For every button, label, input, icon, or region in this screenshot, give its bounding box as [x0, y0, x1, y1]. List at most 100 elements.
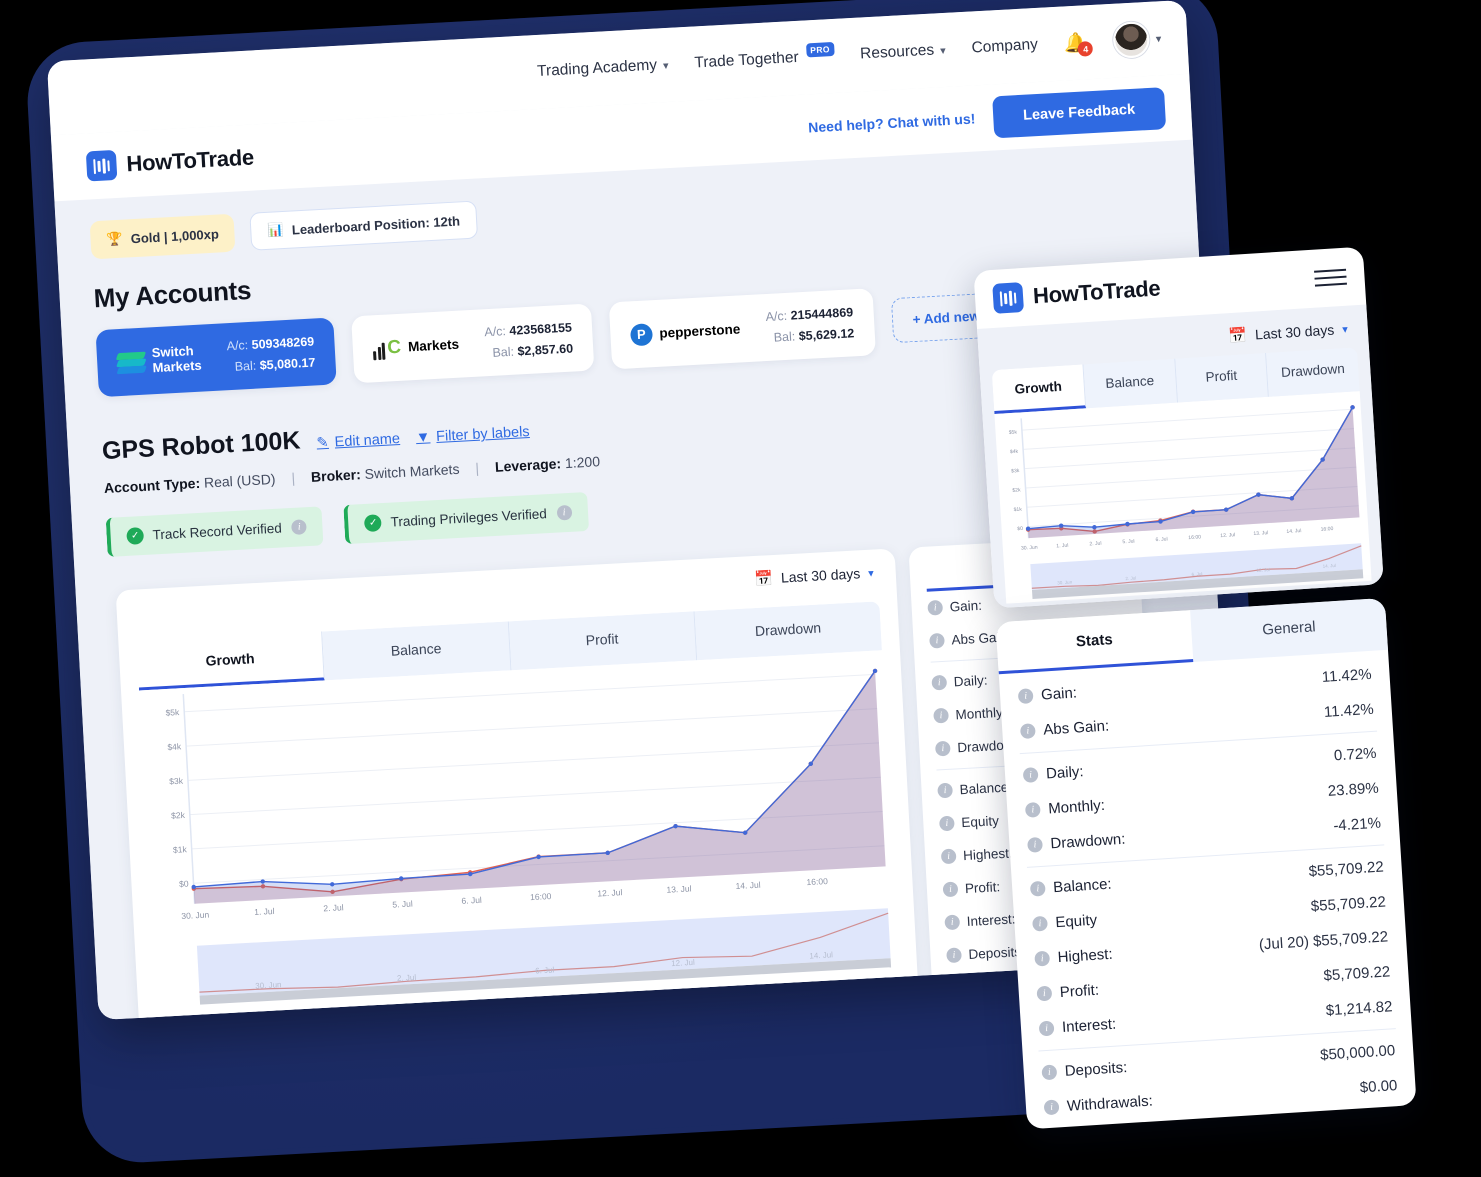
- svg-text:12. Jul: 12. Jul: [671, 958, 695, 968]
- info-icon[interactable]: i: [1034, 950, 1051, 967]
- svg-text:5. Jul: 5. Jul: [392, 899, 413, 910]
- mobile-chart-plot[interactable]: $0 $1k $2k $3k $4k $5k 30. Jun 1. Jul 2. Jul 5. J…: [994, 391, 1372, 604]
- info-icon[interactable]: i: [1017, 688, 1034, 705]
- info-icon[interactable]: i: [1041, 1064, 1058, 1081]
- chevron-down-icon: ▾: [1341, 323, 1349, 336]
- svg-text:$4k: $4k: [1010, 449, 1019, 455]
- info-icon[interactable]: i: [1038, 1020, 1055, 1037]
- stats-row-label: Daily:: [953, 672, 988, 690]
- ac-label: A/c:: [226, 338, 249, 354]
- svg-text:6. Jul: 6. Jul: [1155, 536, 1167, 543]
- broker-label: Broker:: [310, 466, 362, 486]
- growth-chart-plot[interactable]: $0 $1k $2k $3k $4k $5k 30. Jun 1. Jul 2. Jul 5. J…: [139, 650, 899, 1010]
- svg-text:16:00: 16:00: [530, 891, 552, 902]
- svg-text:13. Jul: 13. Jul: [666, 884, 692, 895]
- info-icon[interactable]: i: [1027, 836, 1043, 853]
- stats-row-label: Monthly:: [1047, 796, 1106, 818]
- info-icon[interactable]: i: [944, 914, 961, 931]
- hamburger-menu-button[interactable]: [1314, 268, 1347, 287]
- gold-xp-label: Gold | 1,000xp: [130, 225, 220, 246]
- screenshot-stage: Trading Academy ▾ Trade Together PRO Res…: [0, 0, 1481, 1177]
- info-icon[interactable]: i: [1019, 723, 1036, 740]
- filter-by-labels-link[interactable]: ▼ Filter by labels: [415, 424, 530, 446]
- nav-trade-together[interactable]: Trade Together PRO: [694, 41, 835, 73]
- ic-markets-logo: C Markets: [372, 333, 459, 360]
- nav-label: Trade Together: [694, 48, 800, 72]
- account-card-switch-markets[interactable]: Switch Markets A/c: 509348269 Bal: $5,08…: [95, 317, 337, 398]
- svg-text:30. Jun: 30. Jun: [181, 910, 210, 922]
- account-number: 509348269: [251, 334, 315, 352]
- brand-name: HowToTrade: [125, 144, 255, 177]
- info-icon[interactable]: i: [946, 947, 962, 964]
- info-icon[interactable]: i: [934, 740, 951, 757]
- info-icon[interactable]: i: [942, 881, 959, 898]
- svg-text:14. Jul: 14. Jul: [735, 880, 761, 891]
- svg-text:1. Jul: 1. Jul: [254, 906, 275, 917]
- stats-row-label: Balance:: [1052, 875, 1113, 897]
- user-menu[interactable]: ▾: [1112, 20, 1162, 59]
- bal-label: Bal:: [234, 358, 257, 374]
- broker-name: Markets: [407, 336, 460, 355]
- date-range-picker[interactable]: 📅 Last 30 days ▾: [754, 564, 874, 589]
- nav-trading-academy[interactable]: Trading Academy ▾: [537, 56, 669, 81]
- info-icon[interactable]: i: [933, 707, 949, 724]
- badge-trading-privileges-verified: ✓ Trading Privileges Verified i: [343, 492, 589, 545]
- info-icon[interactable]: i: [940, 848, 957, 865]
- info-icon[interactable]: i: [1024, 801, 1041, 818]
- stats-row-label: Deposits:: [1064, 1059, 1128, 1080]
- broker-name-line2: Markets: [152, 357, 203, 375]
- badge-label: Track Record Verified: [152, 520, 283, 543]
- edit-name-link[interactable]: ✎ Edit name: [316, 431, 400, 451]
- mobile-window: HowToTrade 📅 Last 30 days ▾ Growth Balan…: [973, 246, 1417, 1130]
- badge-track-record-verified: ✓ Track Record Verified i: [105, 506, 324, 558]
- info-icon[interactable]: i: [556, 505, 573, 521]
- chat-with-us-link[interactable]: Need help? Chat with us!: [808, 110, 976, 135]
- mobile-tab-growth[interactable]: Growth: [991, 364, 1086, 415]
- stats-row-label: Daily:: [1045, 763, 1085, 783]
- info-icon[interactable]: i: [927, 600, 944, 616]
- avatar: [1112, 20, 1151, 59]
- svg-text:2. Jul: 2. Jul: [1125, 576, 1136, 582]
- switch-markets-logo: Switch Markets: [115, 343, 203, 377]
- stats-row-value: -4.21%: [1332, 814, 1382, 835]
- svg-text:30. Jun: 30. Jun: [1057, 580, 1073, 586]
- bar-chart-icon: 📊: [267, 221, 285, 238]
- nav-resources[interactable]: Resources ▾: [860, 41, 946, 64]
- account-card-ic-markets[interactable]: C Markets A/c: 423568155 Bal: $2,857.60: [351, 303, 595, 384]
- svg-text:$1k: $1k: [1013, 507, 1022, 513]
- stats-row-label: Interest:: [966, 911, 1016, 930]
- calendar-icon: 📅: [1227, 327, 1248, 346]
- mobile-tab-balance[interactable]: Balance: [1083, 358, 1178, 409]
- notifications-button[interactable]: 🔔 4: [1063, 30, 1094, 57]
- info-icon[interactable]: i: [1032, 915, 1048, 932]
- chevron-down-icon: ▾: [662, 59, 669, 72]
- info-icon[interactable]: i: [939, 815, 955, 832]
- brand-bar-actions: Need help? Chat with us! Leave Feedback: [807, 87, 1167, 148]
- howtotrade-logo-icon: [992, 282, 1025, 314]
- bal-label: Bal:: [773, 329, 796, 345]
- svg-text:14. Jul: 14. Jul: [809, 951, 833, 961]
- stats-row-value: $55,709.22: [1310, 893, 1387, 916]
- svg-text:14. Jul: 14. Jul: [1322, 563, 1336, 569]
- info-icon[interactable]: i: [1029, 880, 1046, 897]
- info-icon[interactable]: i: [291, 519, 308, 536]
- leave-feedback-button[interactable]: Leave Feedback: [992, 87, 1167, 139]
- svg-text:30. Jun: 30. Jun: [255, 980, 282, 990]
- info-icon[interactable]: i: [1036, 985, 1053, 1002]
- gold-xp-chip[interactable]: 🏆 Gold | 1,000xp: [89, 213, 236, 260]
- account-balance: $5,629.12: [798, 325, 855, 343]
- stats-row-value: $1,214.82: [1325, 998, 1393, 1020]
- nav-company[interactable]: Company: [971, 36, 1038, 58]
- info-icon[interactable]: i: [1043, 1099, 1060, 1116]
- svg-text:$4k: $4k: [167, 742, 182, 753]
- broker-name: pepperstone: [658, 321, 741, 341]
- pro-badge: PRO: [805, 41, 835, 58]
- info-icon[interactable]: i: [1022, 767, 1039, 783]
- mobile-tab-profit[interactable]: Profit: [1174, 352, 1270, 403]
- mobile-tab-drawdown[interactable]: Drawdown: [1266, 347, 1360, 397]
- growth-chart-card: 📅 Last 30 days ▾ Growth Balance Profit D…: [115, 548, 920, 1021]
- info-icon[interactable]: i: [929, 633, 945, 649]
- info-icon[interactable]: i: [937, 782, 954, 799]
- info-icon[interactable]: i: [931, 675, 948, 691]
- stats-row-label: Profit:: [1059, 981, 1100, 1002]
